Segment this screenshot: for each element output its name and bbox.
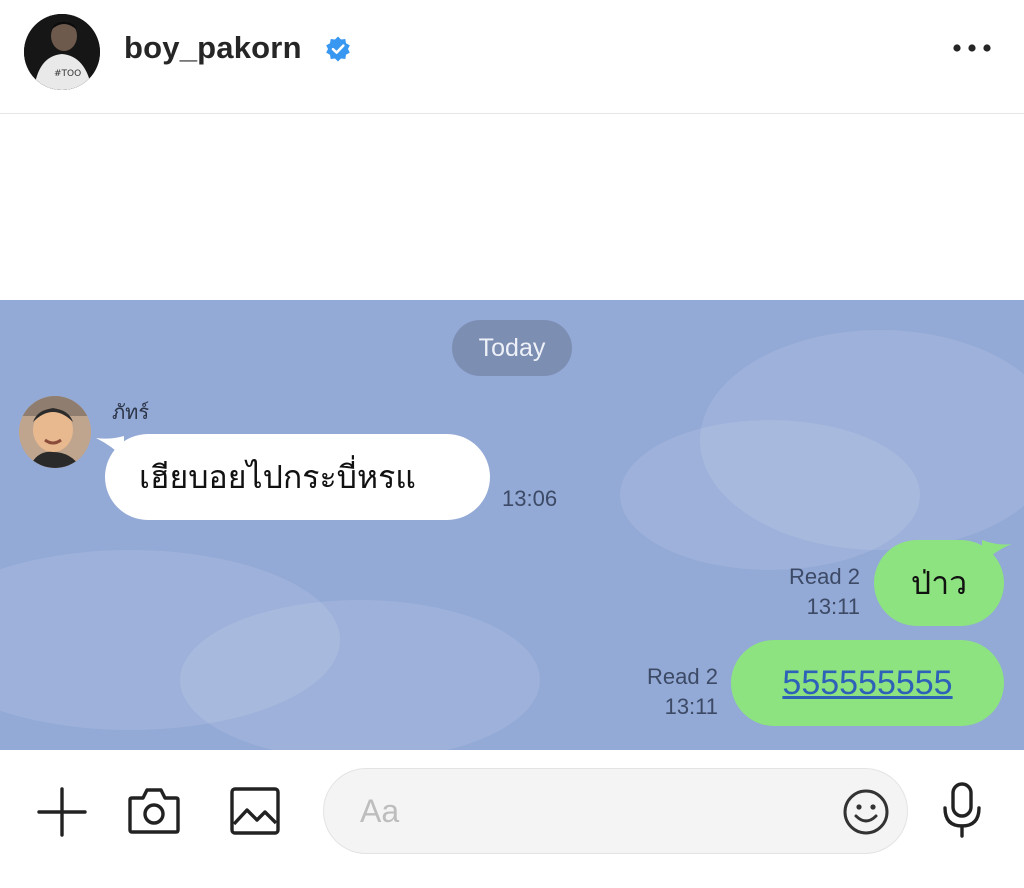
message-text: ป่าว xyxy=(910,564,968,601)
incoming-message-bubble[interactable]: เฮียบอยไปกระบี่หรแ xyxy=(105,434,490,520)
profile-avatar-image: #TOO xyxy=(24,14,100,90)
microphone-icon[interactable] xyxy=(940,782,984,838)
more-options-icon[interactable] xyxy=(950,36,994,60)
svg-text:#TOO: #TOO xyxy=(54,69,81,79)
camera-icon[interactable] xyxy=(127,784,181,836)
read-status: Read 2 xyxy=(789,564,860,589)
sender-name: ภัทร์ xyxy=(112,402,150,424)
read-receipt: Read 2 13:11 xyxy=(598,664,718,720)
outgoing-message-bubble[interactable]: 555555555 xyxy=(731,640,1004,726)
message-link[interactable]: 555555555 xyxy=(782,664,952,703)
plus-icon[interactable] xyxy=(36,786,88,838)
post-header: #TOO boy_pakorn xyxy=(0,0,1024,114)
message-text: เฮียบอยไปกระบี่หรแ xyxy=(139,458,416,495)
read-status: Read 2 xyxy=(647,664,718,689)
chat-screenshot: Today ภัทร์ เฮียบอยไปกระบี่หรแ 13:06 Rea… xyxy=(0,300,1024,750)
friend-avatar-image xyxy=(19,396,91,468)
verified-badge-icon xyxy=(326,36,350,62)
post-username[interactable]: boy_pakorn xyxy=(124,30,302,66)
date-divider: Today xyxy=(452,320,572,376)
message-time: 13:11 xyxy=(664,694,718,719)
background-cloud xyxy=(620,420,920,570)
friend-avatar[interactable] xyxy=(19,396,91,468)
read-receipt: Read 2 13:11 xyxy=(740,564,860,620)
profile-avatar[interactable]: #TOO xyxy=(24,14,100,90)
image-icon[interactable] xyxy=(229,786,281,836)
message-time: 13:06 xyxy=(502,486,558,511)
outgoing-message-bubble[interactable]: ป่าว xyxy=(874,540,1004,626)
background-cloud xyxy=(180,600,540,750)
message-input[interactable] xyxy=(323,768,908,854)
emoji-icon[interactable] xyxy=(842,788,890,836)
message-time: 13:11 xyxy=(806,594,860,619)
message-input-bar xyxy=(0,750,1024,888)
